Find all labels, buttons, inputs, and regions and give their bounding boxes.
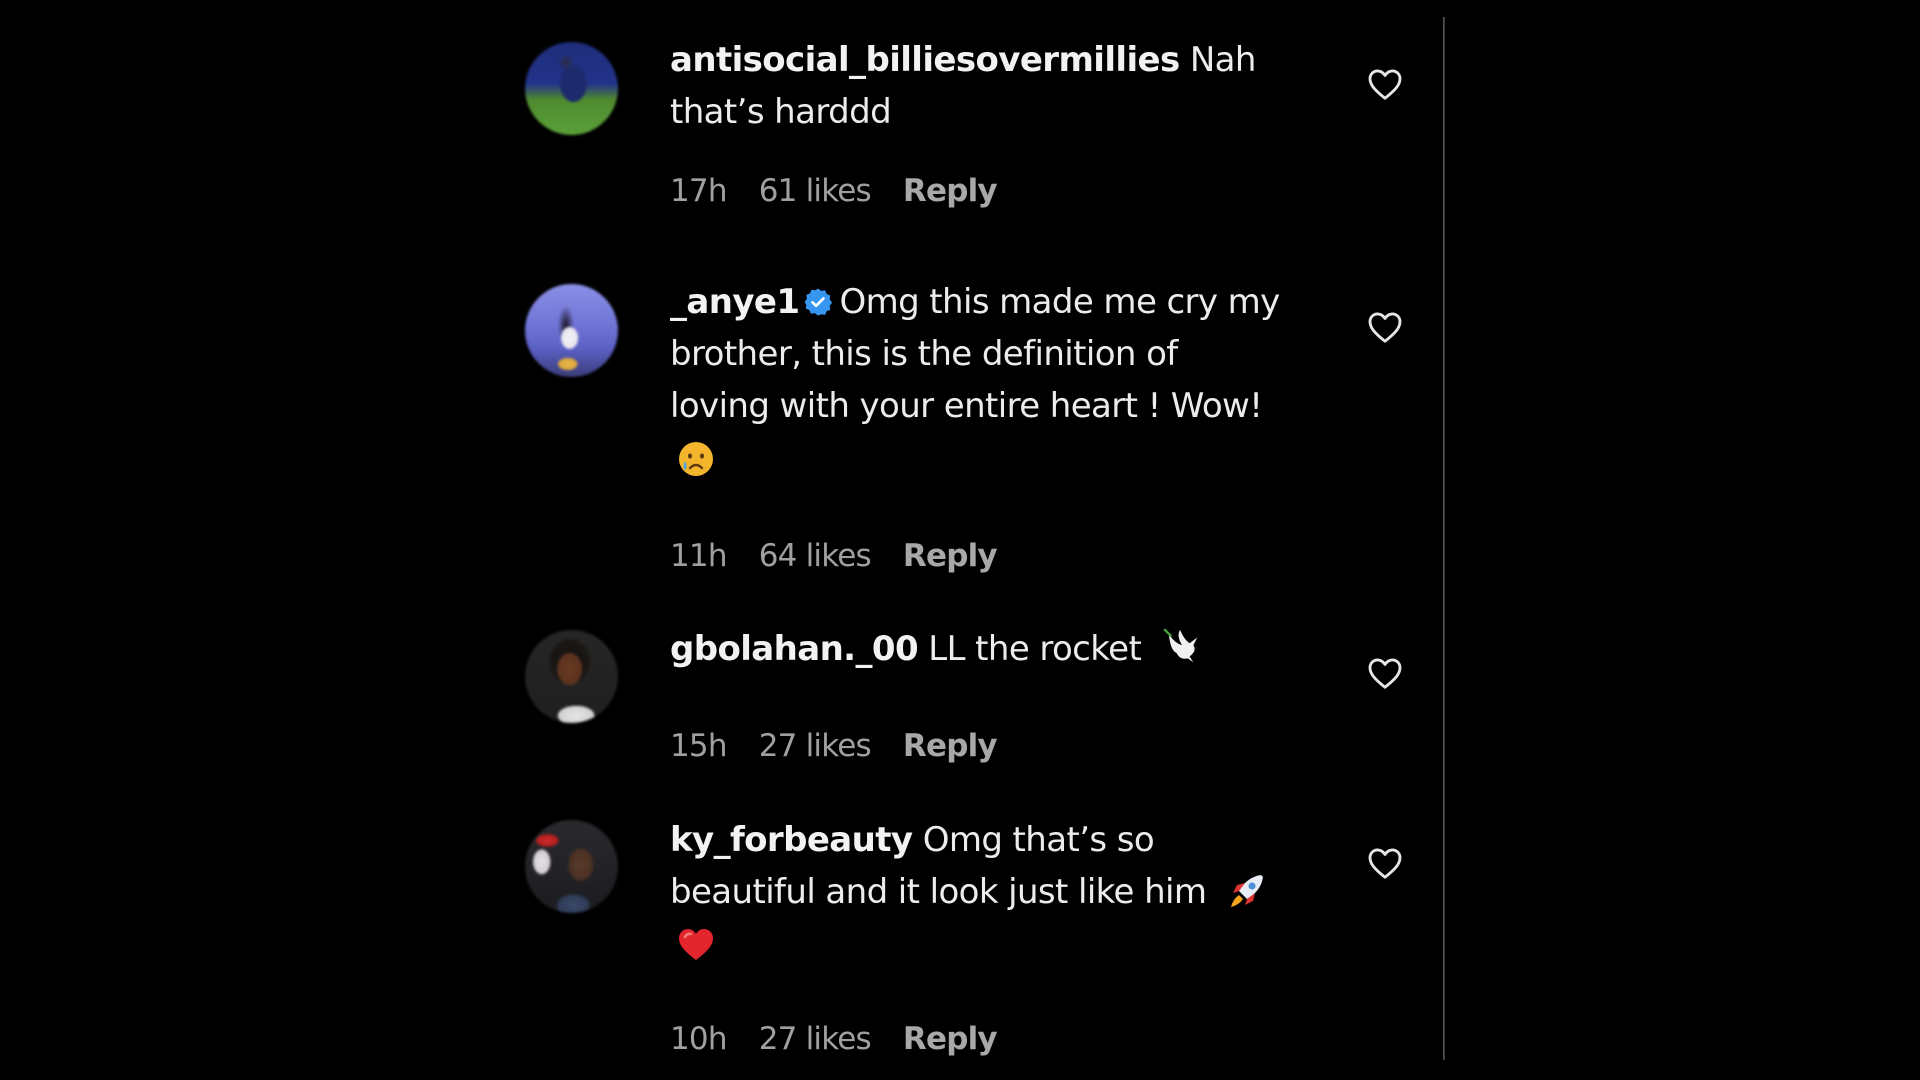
comment-text: Omg that’s so — [922, 820, 1155, 860]
comment-text: LL the rocket — [928, 629, 1142, 669]
like-button[interactable] — [1367, 67, 1403, 101]
avatar[interactable] — [525, 820, 618, 913]
heart-outline-icon — [1368, 312, 1402, 343]
reply-button[interactable]: Reply — [903, 728, 998, 764]
comment-time: 10h — [670, 1021, 727, 1057]
comment-likes[interactable]: 64 likes — [759, 538, 872, 574]
comment-body: gbolahan._00 LL the rocket — [670, 623, 1370, 675]
comment-likes[interactable]: 27 likes — [759, 1021, 872, 1057]
rocket-emoji-icon — [1217, 872, 1267, 912]
comments-panel: antisocial_billiesovermillies Nah that’s… — [475, 17, 1443, 1060]
avatar[interactable] — [525, 630, 618, 723]
comment-meta: 15h 27 likes Reply — [670, 726, 1029, 766]
red-heart-emoji-icon — [670, 924, 716, 964]
comment-meta: 11h 64 likes Reply — [670, 536, 1029, 576]
reply-button[interactable]: Reply — [903, 1021, 998, 1057]
dove-emoji-icon — [1151, 628, 1201, 669]
verified-badge-icon — [803, 280, 833, 316]
reply-button[interactable]: Reply — [903, 538, 998, 574]
comment-time: 17h — [670, 173, 727, 209]
comment-username[interactable]: antisocial_billiesovermillies — [670, 40, 1180, 80]
heart-outline-icon — [1368, 658, 1402, 689]
comment-username[interactable]: gbolahan._00 — [670, 629, 919, 669]
comment-body: ky_forbeauty Omg that’s so beautiful and… — [670, 814, 1410, 970]
comment-text: Nah — [1189, 40, 1257, 80]
comment-time: 15h — [670, 728, 727, 764]
comment-body: _anye1 Omg this made me cry my brother, … — [670, 276, 1410, 484]
like-button[interactable] — [1367, 656, 1403, 690]
comment-username[interactable]: ky_forbeauty — [670, 820, 913, 860]
comment-body: antisocial_billiesovermillies Nah that’s… — [670, 34, 1370, 138]
comment-likes[interactable]: 27 likes — [759, 728, 872, 764]
avatar[interactable] — [525, 42, 618, 135]
heart-outline-icon — [1368, 69, 1402, 100]
heart-outline-icon — [1368, 848, 1402, 879]
comment-text: brother, this is the definition of — [670, 334, 1178, 374]
comment-meta: 17h 61 likes Reply — [670, 171, 1029, 211]
avatar[interactable] — [525, 284, 618, 377]
comment-time: 11h — [670, 538, 727, 574]
like-button[interactable] — [1367, 846, 1403, 880]
comment-text: loving with your entire heart ! Wow! — [670, 386, 1263, 426]
comment-likes[interactable]: 61 likes — [759, 173, 872, 209]
reply-button[interactable]: Reply — [903, 173, 998, 209]
comment-text: Omg this made me cry my — [839, 282, 1280, 322]
comment-meta: 10h 27 likes Reply — [670, 1019, 1029, 1059]
like-button[interactable] — [1367, 310, 1403, 344]
comment-username[interactable]: _anye1 — [670, 282, 800, 322]
comment-text: beautiful and it look just like him — [670, 872, 1207, 912]
comment-text: that’s harddd — [670, 92, 892, 132]
crying-face-emoji-icon — [670, 438, 716, 478]
